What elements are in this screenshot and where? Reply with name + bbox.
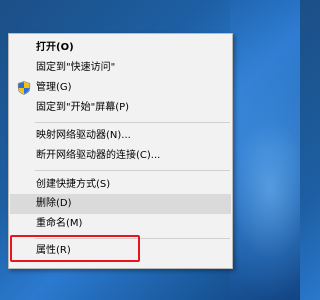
menu-item-delete[interactable]: 删除(D)	[10, 194, 231, 214]
menu-item-label: 删除(D)	[36, 198, 72, 209]
context-menu: 打开(O) 固定到"快速访问" 管理(G) 固定到"开始"屏幕(P) 映射网络驱…	[8, 33, 233, 269]
menu-item-label: 重命名(M)	[36, 218, 83, 229]
menu-item-label: 管理(G)	[36, 82, 72, 93]
menu-item-create-shortcut[interactable]: 创建快捷方式(S)	[10, 175, 231, 195]
menu-item-label: 创建快捷方式(S)	[36, 179, 111, 190]
properties-highlight-box	[10, 235, 140, 262]
menu-item-open[interactable]: 打开(O)	[10, 38, 231, 58]
menu-separator	[35, 122, 230, 123]
menu-item-label: 打开(O)	[36, 42, 74, 53]
menu-item-map-network-drive[interactable]: 映射网络驱动器(N)...	[10, 126, 231, 146]
menu-item-label: 映射网络驱动器(N)...	[36, 130, 131, 141]
menu-item-pin-start[interactable]: 固定到"开始"屏幕(P)	[10, 98, 231, 118]
menu-item-pin-quick-access[interactable]: 固定到"快速访问"	[10, 58, 231, 78]
menu-item-label: 固定到"快速访问"	[36, 62, 116, 73]
menu-separator	[35, 170, 230, 171]
menu-item-disconnect-network-drive[interactable]: 断开网络驱动器的连接(C)...	[10, 146, 231, 166]
menu-item-label: 固定到"开始"屏幕(P)	[36, 102, 130, 113]
menu-item-rename[interactable]: 重命名(M)	[10, 214, 231, 234]
menu-item-manage[interactable]: 管理(G)	[10, 78, 231, 98]
menu-item-label: 断开网络驱动器的连接(C)...	[36, 150, 161, 161]
uac-shield-icon	[17, 81, 31, 95]
